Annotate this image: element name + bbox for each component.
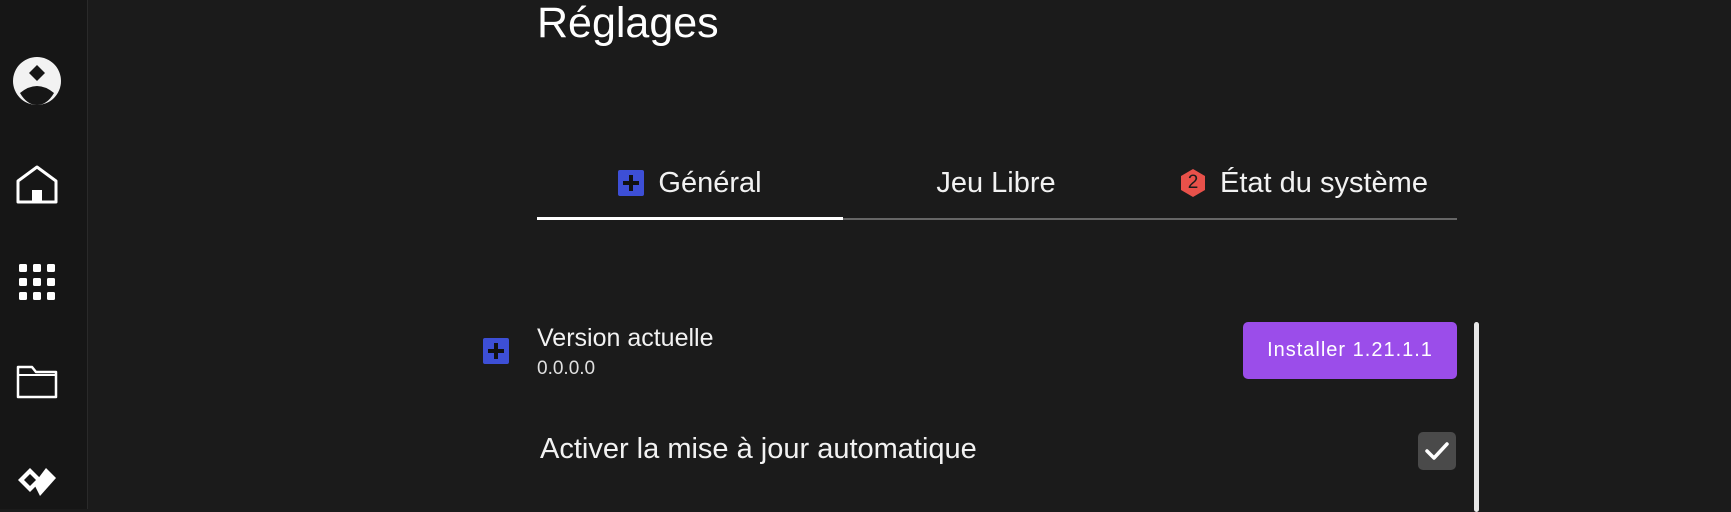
tab-indicator xyxy=(1149,218,1457,220)
tab-general[interactable]: Général xyxy=(537,150,843,216)
tab-indicator xyxy=(843,218,1149,220)
tab-etat-systeme[interactable]: 2 État du système xyxy=(1149,150,1457,216)
badge-count: 2 xyxy=(1187,172,1199,193)
auto-update-checkbox[interactable] xyxy=(1418,432,1456,470)
avatar-icon[interactable] xyxy=(0,56,74,106)
scrollbar[interactable] xyxy=(1474,322,1479,512)
install-update-button[interactable]: Installer 1.21.1.1 xyxy=(1243,322,1457,379)
logo-icon[interactable] xyxy=(0,460,74,500)
plus-square-icon xyxy=(618,170,645,196)
tab-label: Général xyxy=(658,166,762,199)
tab-bar: Général Jeu Libre 2 État du système xyxy=(537,150,1457,220)
checkmark-icon xyxy=(1425,442,1449,460)
version-value: 0.0.0.0 xyxy=(537,358,596,379)
folder-icon[interactable] xyxy=(0,362,74,402)
sidebar xyxy=(0,0,88,509)
plus-square-icon xyxy=(483,338,509,364)
tab-label: État du système xyxy=(1220,166,1428,199)
tab-label: Jeu Libre xyxy=(936,166,1056,199)
version-label: Version actuelle xyxy=(537,324,714,352)
home-icon[interactable] xyxy=(0,163,74,205)
apps-grid-icon[interactable] xyxy=(0,262,74,302)
auto-update-label: Activer la mise à jour automatique xyxy=(540,433,977,465)
tab-indicator-active xyxy=(537,217,843,220)
alert-badge: 2 xyxy=(1178,168,1208,198)
tab-jeu-libre[interactable]: Jeu Libre xyxy=(843,150,1149,216)
page-title: Réglages xyxy=(537,0,719,47)
main-content: Réglages Général Jeu Libre 2 État du sys… xyxy=(88,0,1731,512)
